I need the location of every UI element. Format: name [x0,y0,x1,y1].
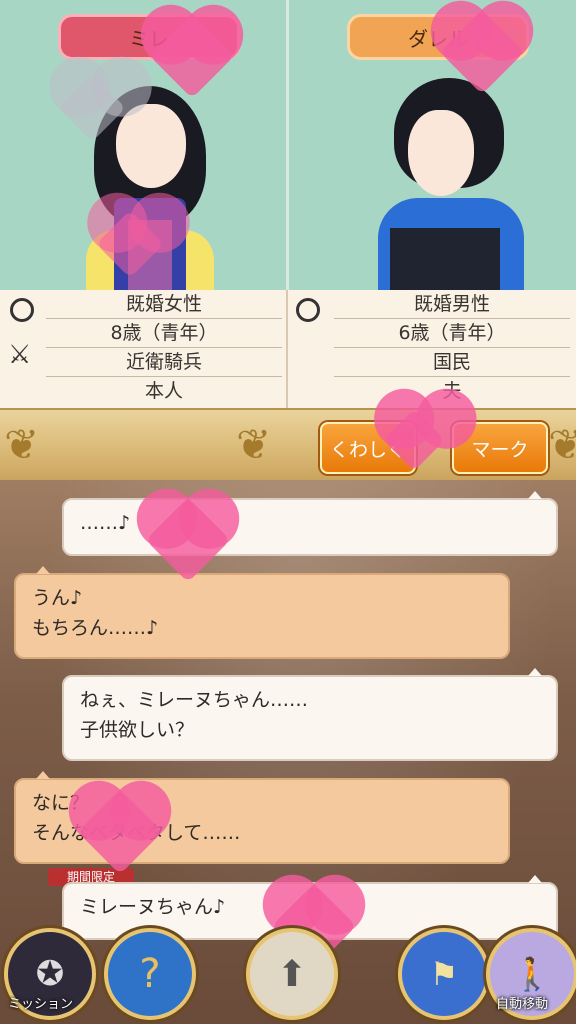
question-icon: ? [139,951,161,997]
ornament-icon: ❦ [4,420,40,469]
ornament-icon: ❦ [236,420,272,469]
chat-bubble: うん♪ もちろん……♪ [14,566,510,659]
right-age: 6歳（青年） [334,319,570,348]
right-info: 既婚男性 6歳（青年） 国民 夫 [288,290,574,408]
right-status: 既婚男性 [334,290,570,319]
map-button[interactable]: ⚑ [398,928,490,1020]
chat-bubble: ……♪ [62,491,558,556]
arrow-up-icon: ⬆ [276,953,308,995]
crossed-swords-icon: ⚔ [8,340,32,370]
action-bar: ❦ ❦ くわしく マーク ❦ [0,408,576,484]
scroll-up-button[interactable]: ⬆ [246,928,338,1020]
mission-label: ミッション [8,997,74,1012]
ring-icon [10,298,34,322]
help-button[interactable]: ? [104,928,196,1020]
info-divider [286,290,288,408]
chat-line: もちろん……♪ [32,617,159,639]
left-age: 8歳（青年） [46,319,282,348]
right-job: 国民 [334,348,570,377]
flag-icon: ⚑ [429,955,459,993]
walking-icon: 🚶 [512,955,552,993]
bottom-nav: ✪ ミッション ? ⬆ ⚑ 🚶 自動移動 [0,928,576,1024]
ornament-icon: ❦ [548,420,576,469]
chat-line: 子供欲しい？ [80,719,195,741]
ring-icon [296,298,320,322]
info-table: ⚔ 既婚女性 8歳（青年） 近衛騎兵 本人 既婚男性 6歳（青年） 国民 夫 [0,290,576,408]
left-job: 近衛騎兵 [46,348,282,377]
left-info: ⚔ 既婚女性 8歳（青年） 近衛騎兵 本人 [0,290,286,408]
left-relation: 本人 [144,380,183,402]
top-divider [286,0,289,290]
right-avatar [374,78,524,290]
chat-line: ねぇ、ミレーヌちゃん…… [80,689,309,711]
chat-line: うん♪ [32,587,83,609]
left-status: 既婚女性 [46,290,282,319]
chat-bubble: ねぇ、ミレーヌちゃん…… 子供欲しい？ [62,668,558,761]
auto-move-label: 自動移動 [496,997,549,1012]
mission-emblem-icon: ✪ [35,954,65,994]
